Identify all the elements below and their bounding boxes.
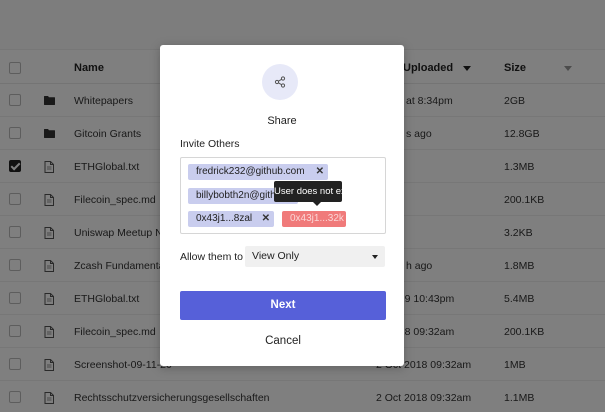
share-icon-circle [262, 64, 298, 100]
modal-title: Share [267, 115, 297, 127]
next-button[interactable]: Next [180, 291, 386, 320]
invite-chip: 0x43j1...8zal ✕ [188, 211, 274, 227]
remove-chip-icon[interactable]: ✕ [316, 164, 324, 180]
remove-chip-icon[interactable]: ✕ [262, 211, 270, 227]
error-tooltip: User does not exist [274, 181, 355, 206]
permission-select[interactable]: View Only [245, 246, 385, 267]
share-modal: Share Invite Others fredrick232@github.c… [160, 45, 404, 366]
invite-chip-label: 0x43j1...8zal [196, 213, 253, 224]
invite-chip-error: 0x43j1...32k [282, 211, 346, 227]
chevron-down-icon [372, 255, 378, 259]
invite-chip-label: fredrick232@github.com [196, 166, 305, 177]
share-icon [274, 76, 286, 88]
invite-chip-label: 0x43j1...32k [290, 213, 344, 224]
allow-label: Allow them to [180, 251, 244, 263]
permission-select-value: View Only [252, 250, 300, 262]
invite-label: Invite Others [180, 138, 240, 150]
invite-chip: fredrick232@github.com ✕ [188, 164, 328, 180]
cancel-button[interactable]: Cancel [180, 332, 386, 350]
